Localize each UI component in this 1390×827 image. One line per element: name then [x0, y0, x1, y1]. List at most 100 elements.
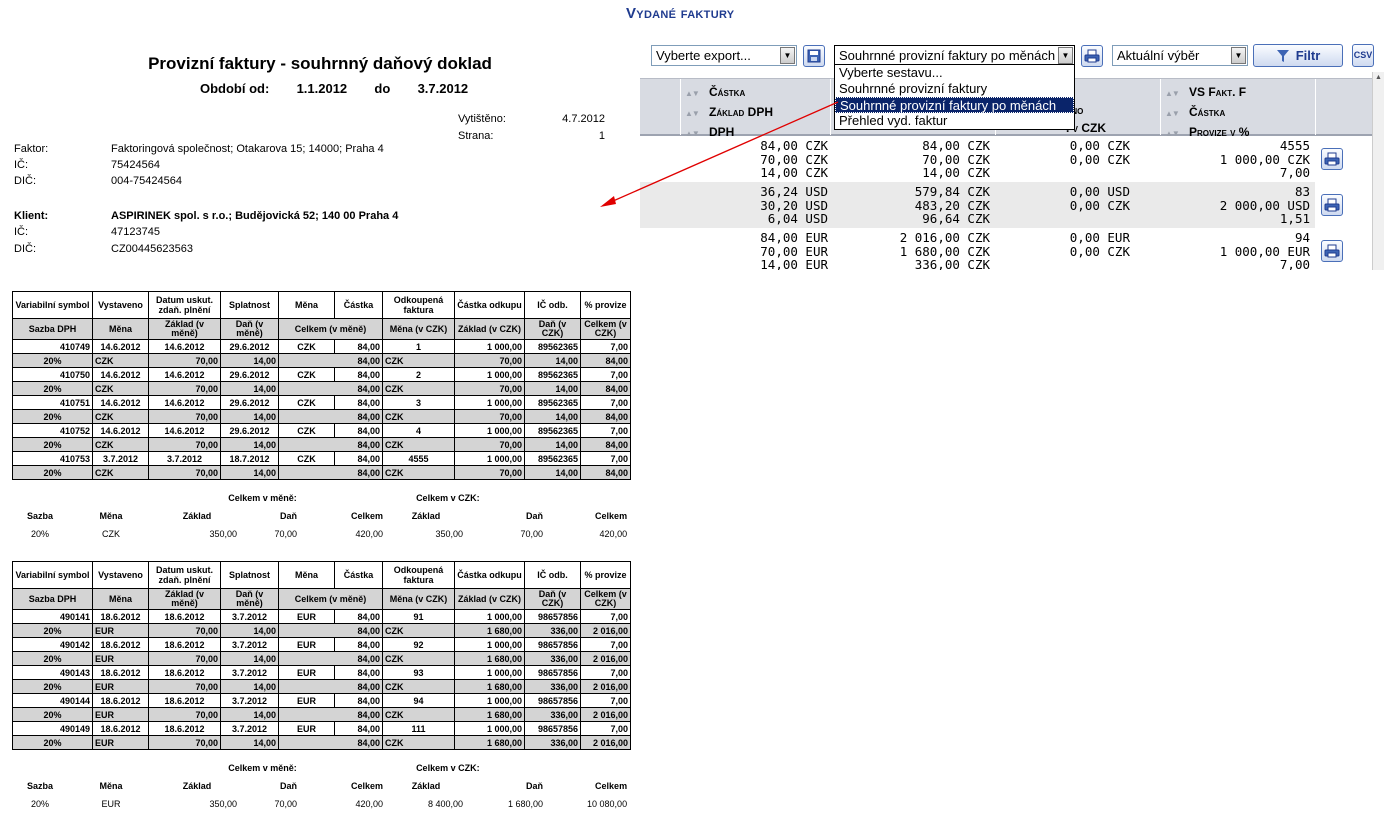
table-subheader: Celkem (v měně) [278, 318, 383, 340]
summary-value: 420,00 [355, 799, 384, 809]
period-from: 1.1.2012 [296, 81, 348, 96]
summary-header: Celkem [351, 511, 384, 521]
factor-dic-label: DIČ: [14, 175, 36, 187]
table-row-vat: 20% EUR 70,00 14,00 84,00 CZK 1 680,00 336,00 2 … [12, 707, 631, 722]
table-row: 490142 18.6.2012 18.6.2012 3.7.2012 EUR 84,00… [12, 637, 631, 652]
factor-ic-label: IČ: [14, 159, 29, 171]
summary-header: Měna [99, 781, 123, 791]
table-header: Měna [278, 561, 335, 589]
printer-icon [1324, 244, 1340, 258]
report-dropdown-list[interactable]: Vyberte sestavu... Souhrnné provizní fak… [834, 64, 1075, 130]
print-report-button[interactable] [1081, 45, 1103, 67]
chevron-down-icon[interactable]: ▼ [1231, 47, 1246, 64]
grid-scrollbar[interactable]: ▲ [1372, 72, 1384, 270]
scroll-up-icon[interactable]: ▲ [1373, 72, 1384, 84]
client-label: Klient: [14, 210, 49, 222]
summary-title-czk: Celkem v CZK: [416, 493, 480, 503]
cell-paid: 0,00 CZK 0,00 CZK [1069, 138, 1130, 167]
table-subheader: Sazba DPH [12, 318, 93, 340]
factor-value: Faktoringová společnost; Otakarova 15; 1… [111, 143, 384, 155]
summary-value: 350,00 [209, 799, 237, 809]
table-subheader: Daň (v měně) [220, 588, 279, 610]
summary-value: EUR [101, 799, 121, 809]
selection-select[interactable]: Aktuální výběr ▼ [1112, 45, 1248, 66]
table-header: IČ odb. [524, 561, 581, 589]
chevron-down-icon[interactable]: ▼ [780, 47, 795, 64]
summary-header: Sazba [26, 511, 53, 521]
table-subheader: Daň (v CZK) [524, 588, 581, 610]
print-invoice-button[interactable] [1321, 194, 1343, 216]
table-subheader: Základ (v CZK) [454, 588, 525, 610]
csv-export-button[interactable]: CSV [1352, 44, 1374, 67]
period-label: Období od: [200, 81, 270, 96]
selection-select-value: Aktuální výběr [1117, 48, 1200, 63]
report-select[interactable]: Souhrnné provizní faktury po měnách ▼ [834, 45, 1075, 66]
print-invoice-button[interactable] [1321, 240, 1343, 262]
table-row: 410750 14.6.2012 14.6.2012 29.6.2012 CZK 84,0… [12, 367, 631, 382]
summary-value: 350,00 [435, 529, 464, 539]
table-row-vat: 20% EUR 70,00 14,00 84,00 CZK 1 680,00 336,00 2 … [12, 735, 631, 750]
client-ic: 47123745 [111, 226, 160, 238]
table-subheader: Celkem (v měně) [278, 588, 383, 610]
table-row-vat: 20% CZK 70,00 14,00 84,00 CZK 70,00 14,00 84,00 [12, 465, 631, 480]
table-subheader: Měna [92, 588, 149, 610]
table-row-vat: 20% CZK 70,00 14,00 84,00 CZK 70,00 14,00 84,00 [12, 437, 631, 452]
summary-header: Daň [279, 511, 297, 521]
summary-title-czk: Celkem v CZK: [416, 763, 480, 773]
print-invoice-button[interactable] [1321, 148, 1343, 170]
table-header: % provize [580, 561, 631, 589]
factor-label: Faktor: [14, 143, 49, 155]
chevron-down-icon[interactable]: ▼ [1058, 47, 1073, 64]
client-ic-label: IČ: [14, 226, 29, 238]
save-export-button[interactable] [803, 45, 825, 67]
summary-header: Měna [99, 511, 123, 521]
summary-header: Daň [279, 781, 297, 791]
sort-icon[interactable]: ▲▼ [1165, 105, 1189, 123]
table-subheader: Měna (v CZK) [382, 588, 455, 610]
summary-value: 350,00 [209, 529, 237, 539]
table-header: % provize [580, 291, 631, 319]
table-header: Částka odkupu [454, 561, 525, 589]
period-to: 3.7.2012 [417, 81, 469, 96]
report-title: Provizní faktury - souhrnný daňový dokla… [148, 54, 492, 73]
summary-header: Sazba [26, 781, 53, 791]
table-subheader: Měna (v CZK) [382, 318, 455, 340]
client-dic: CZ00445623563 [111, 243, 193, 255]
dropdown-option[interactable]: Souhrnné provizní faktury [835, 81, 1074, 97]
report-select-value: Souhrnné provizní faktury po měnách [839, 48, 1056, 63]
table-row-vat: 20% CZK 70,00 14,00 84,00 CZK 70,00 14,00 84,00 [12, 353, 631, 368]
sort-icon[interactable]: ▲▼ [1165, 85, 1189, 103]
table-row: 490141 18.6.2012 18.6.2012 3.7.2012 EUR 84,00… [12, 609, 631, 624]
summary-value: 70,00 [274, 529, 297, 539]
funnel-icon [1276, 49, 1289, 62]
cell-vs: 4555 1 000,00 CZK 7,00 [1219, 138, 1310, 180]
table-header: Vystaveno [92, 291, 149, 319]
export-select-value: Vyberte export... [656, 48, 751, 63]
dropdown-option[interactable]: Přehled vyd. faktur [835, 113, 1074, 129]
table-row: 410753 3.7.2012 3.7.2012 18.7.2012 CZK 84,00 4… [12, 451, 631, 466]
header-col-vs[interactable]: ▲▼ VS Fakt. F ▲▼ Částka ▲▼ Provize v % [1160, 79, 1315, 139]
cell-amount: 84,00 EUR 70,00 EUR 14,00 EUR [760, 230, 828, 270]
summary-header: Celkem [351, 781, 384, 791]
summary-value: 20% [30, 529, 49, 539]
table-header: Splatnost [220, 561, 279, 589]
table-header: Variabilní symbol [12, 291, 93, 319]
block-summary: Celkem v měně: Celkem v CZK: Sazba Měna Zákl… [12, 489, 630, 543]
filter-button[interactable]: Filtr [1253, 44, 1343, 67]
dropdown-option-selected[interactable]: Souhrnné provizní faktury po měnách [835, 97, 1074, 113]
summary-header: Základ [182, 511, 212, 521]
summary-value: 70,00 [520, 529, 544, 539]
summary-header: Daň [526, 781, 544, 791]
summary-title-currency: Celkem v měně: [228, 763, 297, 773]
cell-vs: 83 2 000,00 USD 1,51 [1219, 184, 1310, 226]
table-header: Datum uskut. zdaň. plnění [148, 291, 221, 319]
table-subheader: Celkem (v CZK) [580, 318, 631, 340]
export-select[interactable]: Vyberte export... ▼ [651, 45, 797, 66]
printer-icon [1084, 49, 1100, 63]
cell-amount-czk: 2 016,00 CZK 1 680,00 CZK 336,00 CZK [899, 230, 990, 270]
dropdown-option[interactable]: Vyberte sestavu... [835, 65, 1074, 81]
table-header: Variabilní symbol [12, 561, 93, 589]
grid-row[interactable]: 84,00 EUR 70,00 EUR 14,00 EUR 2 016,00 CZ… [640, 228, 1315, 270]
table-header: Odkoupená faktura [382, 291, 455, 319]
table-header: Splatnost [220, 291, 279, 319]
